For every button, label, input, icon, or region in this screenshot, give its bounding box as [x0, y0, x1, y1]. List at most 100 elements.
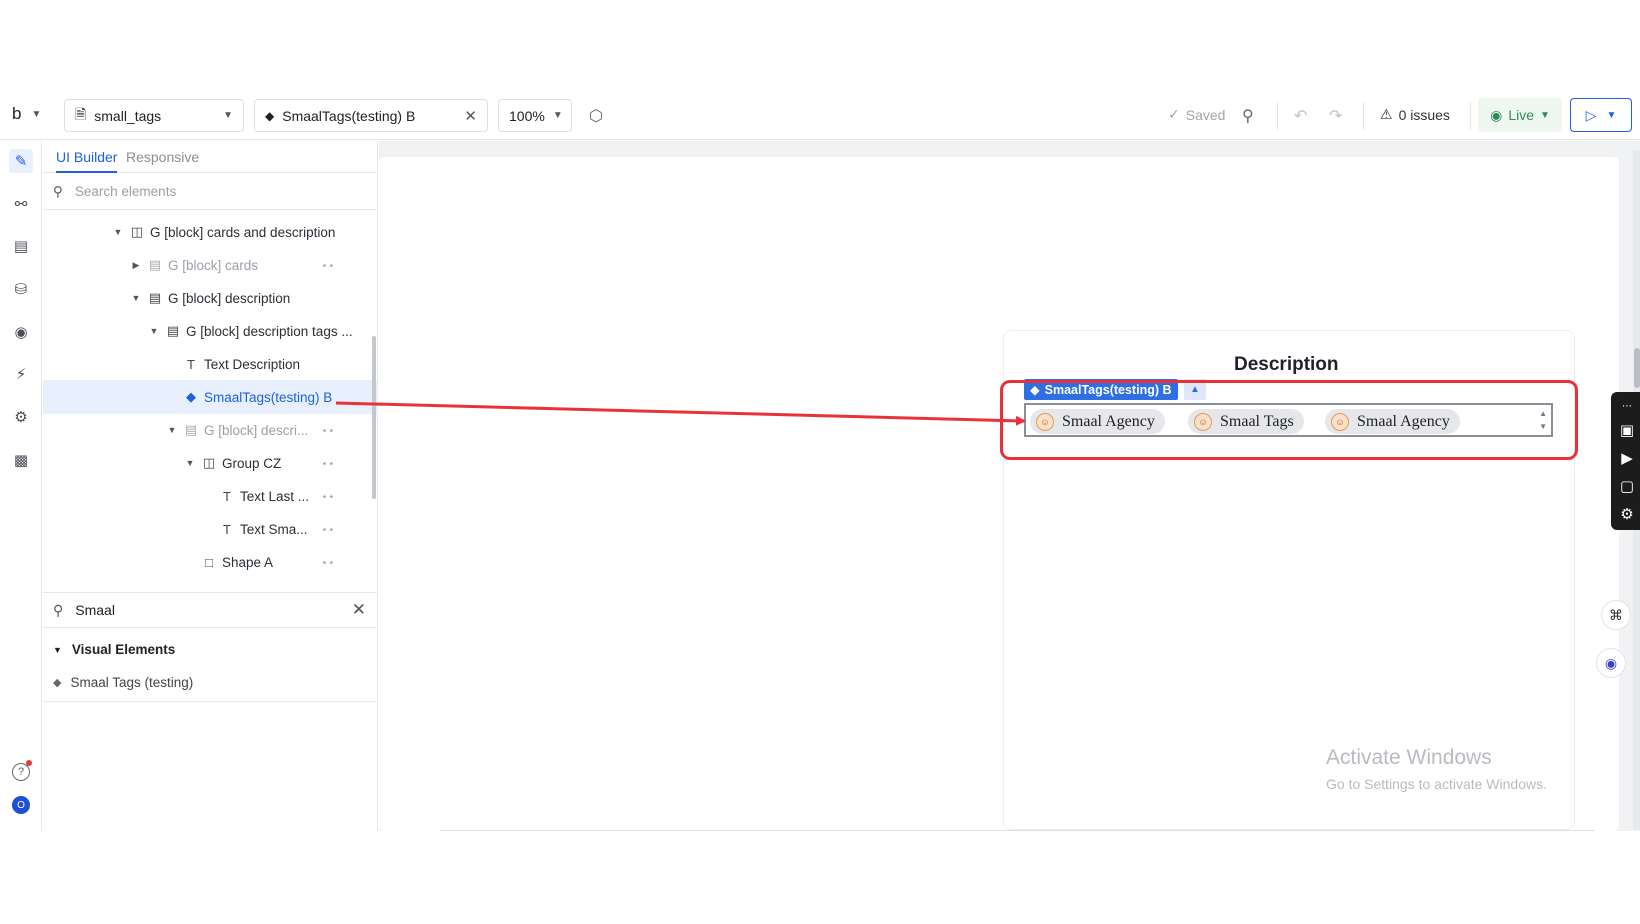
hidden-eye-icon[interactable]: ⋆⋆ — [321, 424, 335, 437]
tab-responsive[interactable]: Responsive — [126, 149, 199, 165]
divider — [1363, 102, 1364, 130]
close-icon[interactable]: ✕ — [464, 107, 477, 125]
tree-item[interactable]: ▼ ▤ G [block] description — [43, 281, 378, 315]
plugin-icon[interactable]: ⚡ — [9, 362, 33, 386]
caret-down-icon[interactable]: ▼ — [184, 458, 196, 468]
tree-item-label: G [block] description tags ... — [186, 323, 353, 339]
preview-button[interactable]: ▷ ▼ — [1570, 98, 1632, 132]
window-icon[interactable]: ▢ — [1617, 476, 1637, 496]
app-selector[interactable]: 🗎 small_tags ▼ — [64, 99, 244, 132]
row-group-icon: ▤ — [148, 257, 162, 272]
design-pencil-icon[interactable]: ✎ — [9, 149, 33, 173]
tree-item[interactable]: □ Shape A ⋆⋆ — [43, 545, 378, 579]
element-type-search[interactable]: ⚲ Smaal ✕ — [43, 592, 378, 628]
highlight-box — [1000, 380, 1578, 460]
undo-icon[interactable]: ↶ — [1294, 106, 1307, 126]
app-window: b ▼ 🗎 small_tags ▼ ◆ SmaalTags(testing) … — [0, 0, 1640, 924]
chart-icon[interactable]: ▩ — [9, 448, 33, 472]
workflow-icon[interactable]: ⚯ — [9, 192, 33, 216]
camera-icon[interactable]: ▣ — [1617, 420, 1637, 440]
globe-icon: ◉ — [1490, 106, 1503, 123]
live-selector[interactable]: ◉ Live ▼ — [1478, 98, 1562, 132]
search-icon: ⚲ — [53, 601, 64, 618]
hidden-eye-icon[interactable]: ⋆⋆ — [321, 457, 335, 470]
column-group-icon: ◫ — [202, 455, 216, 470]
palette-icon[interactable]: ◉ — [9, 320, 33, 344]
redo-icon[interactable]: ↷ — [1329, 106, 1342, 126]
tree-item[interactable]: T Text Description — [43, 347, 378, 381]
caret-down-icon[interactable]: ▼ — [112, 227, 124, 237]
hidden-eye-icon[interactable]: ⋆⋆ — [321, 556, 335, 569]
live-label: Live — [1508, 107, 1534, 123]
avatar[interactable]: O — [12, 796, 30, 814]
play-icon: ▷ — [1585, 106, 1597, 123]
tree-item-selected[interactable]: ◆ SmaalTags(testing) B — [43, 380, 378, 414]
search-input[interactable]: Search elements — [75, 184, 176, 199]
element-search[interactable]: ⚲ Search elements — [43, 174, 378, 210]
tree-item-label: Text Sma... — [240, 521, 308, 537]
caret-down-icon[interactable]: ▼ — [166, 425, 178, 435]
tree-item[interactable]: ▼ ▤ G [block] descri... ⋆⋆ — [43, 413, 378, 447]
visual-elements-header[interactable]: ▼ Visual Elements — [53, 642, 175, 657]
database-icon[interactable]: ⛁ — [9, 277, 33, 301]
search-icon[interactable]: ⚲ — [1242, 106, 1254, 126]
tree-item-label: G [block] description — [168, 290, 291, 306]
tree-item-label: Shape A — [222, 554, 274, 570]
panel-tabs: UI Builder Responsive — [43, 141, 378, 173]
tree-item-label: Text Last ... — [240, 488, 310, 504]
tree-item[interactable]: ▼ ◫ Group CZ ⋆⋆ — [43, 446, 378, 480]
warning-icon: ⚠ — [1380, 106, 1393, 122]
drag-handle-icon[interactable]: ⋯ — [1617, 396, 1637, 416]
tree-item-label: G [block] cards and description — [150, 224, 336, 240]
layout-icon[interactable]: ▤ — [9, 234, 33, 258]
cube-icon[interactable]: ⬡ — [589, 106, 603, 126]
grid-command-icon[interactable]: ⌘ — [1601, 600, 1631, 630]
tree-item-label: Text Description — [204, 356, 301, 372]
tree-item[interactable]: T Text Last ... ⋆⋆ — [43, 479, 378, 513]
app-logo-menu[interactable]: b ▼ — [12, 104, 41, 124]
chevron-down-icon: ▼ — [552, 110, 563, 121]
canvas-scrollbar[interactable] — [1634, 348, 1640, 388]
tree-scrollbar[interactable] — [372, 336, 376, 499]
section-title: Visual Elements — [71, 642, 176, 657]
hidden-eye-icon[interactable]: ⋆⋆ — [321, 259, 335, 272]
visual-element-item[interactable]: ◆ Smaal Tags (testing) — [53, 675, 193, 690]
clear-search-icon[interactable]: ✕ — [352, 600, 366, 620]
hidden-eye-icon[interactable]: ⋆⋆ — [321, 523, 335, 536]
zoom-selector[interactable]: 100% ▼ — [498, 99, 572, 132]
column-group-icon: ◫ — [130, 224, 144, 239]
tag-icon: ◆ — [265, 108, 275, 123]
tree-item[interactable]: ▼ ◫ G [block] cards and description — [43, 215, 378, 249]
hidden-eye-icon[interactable]: ⋆⋆ — [321, 490, 335, 503]
top-toolbar: b ▼ 🗎 small_tags ▼ ◆ SmaalTags(testing) … — [0, 92, 1640, 140]
tree-item[interactable]: T Text Sma... ⋆⋆ — [43, 512, 378, 546]
caret-right-icon[interactable]: ▶ — [130, 260, 142, 271]
page-selector[interactable]: ◆ SmaalTags(testing) B ✕ — [254, 99, 488, 132]
issues-button[interactable]: ⚠ 0 issues — [1380, 106, 1450, 123]
video-icon[interactable]: ▶ — [1617, 448, 1637, 468]
recording-toolbar: ⋯ ▣ ▶ ▢ ⚙ — [1611, 392, 1640, 530]
caret-down-icon[interactable]: ▼ — [148, 326, 160, 336]
app-selector-label: small_tags — [94, 107, 162, 124]
caret-down-icon[interactable]: ▼ — [130, 293, 142, 303]
divider — [1277, 102, 1278, 130]
saved-label: Saved — [1185, 106, 1226, 123]
tree-item[interactable]: ▼ ▤ G [block] description tags ... — [43, 314, 378, 348]
assistant-bot-icon[interactable]: ◉ — [1596, 648, 1626, 678]
activate-windows-subtitle: Go to Settings to activate Windows. — [1326, 776, 1547, 792]
row-group-icon: ▤ — [184, 422, 198, 437]
caret-down-icon: ▼ — [53, 644, 62, 655]
tree-item[interactable]: ▶ ▤ G [block] cards ⋆⋆ — [43, 248, 378, 282]
gear-icon[interactable]: ⚙ — [9, 405, 33, 429]
chevron-down-icon: ▼ — [31, 108, 42, 120]
check-circle-icon: ✓ — [1168, 106, 1180, 122]
issues-label: 0 issues — [1398, 106, 1450, 123]
type-search-input[interactable]: Smaal — [75, 602, 115, 618]
text-icon: T — [187, 356, 195, 372]
tab-ui-builder[interactable]: UI Builder — [56, 149, 118, 173]
tag-icon: ◆ — [186, 389, 196, 404]
gear-icon[interactable]: ⚙ — [1617, 504, 1637, 524]
left-icon-rail: ✎ ⚯ ▤ ⛁ ◉ ⚡ ⚙ ▩ — [0, 141, 42, 831]
activate-windows-title: Activate Windows — [1326, 746, 1492, 769]
tag-icon: ◆ — [53, 677, 62, 689]
